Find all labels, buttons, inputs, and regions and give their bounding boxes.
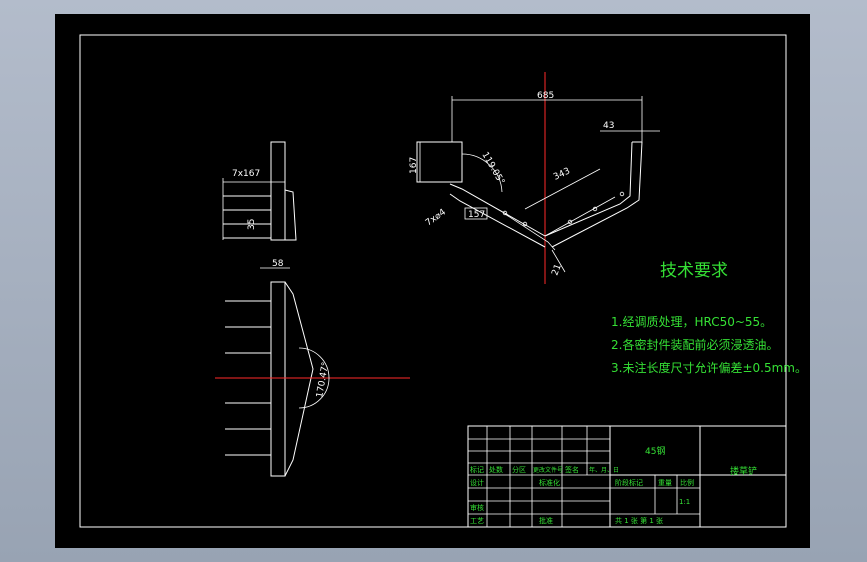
- dim-small-left: 7x⌀4: [424, 207, 448, 228]
- label-count: 处数: [489, 465, 503, 474]
- dim-arm-length: 343: [552, 166, 572, 182]
- part-name: 搂草铲: [730, 465, 757, 477]
- label-stage: 阶段标记: [615, 478, 643, 487]
- left-block: [416, 141, 463, 183]
- left-arm-inner: [449, 193, 546, 248]
- inner-frame: [79, 34, 787, 528]
- sheet-info: 共 1 张 第 1 张: [615, 516, 663, 525]
- dim-left-height: 167: [409, 157, 419, 174]
- dim-small-len: 157: [468, 210, 485, 220]
- label-change-doc: 更改文件号: [533, 466, 563, 474]
- dim-bottom-width: 58: [272, 259, 284, 269]
- right-arm-inner: [551, 141, 643, 248]
- drawing-sheet: 685 43 167 119.05° 343 7x⌀4 157 21 7x167…: [55, 14, 810, 548]
- dim-side-hole: 7x167: [232, 169, 260, 179]
- dim-top-offset: 43: [603, 121, 614, 131]
- label-standard: 标准化: [539, 478, 560, 487]
- label-process: 工艺: [470, 517, 484, 525]
- right-arm-outer: [544, 141, 633, 237]
- requirement-1: 1.经调质处理，HRC50~55。: [611, 315, 772, 329]
- label-design: 设计: [470, 478, 484, 487]
- material: 45钢: [645, 445, 665, 457]
- drawing-canvas: 685 43 167 119.05° 343 7x⌀4 157 21 7x167…: [79, 34, 807, 528]
- label-approve: 批准: [539, 516, 553, 525]
- label-weight: 重量: [658, 479, 672, 487]
- requirements-title: 技术要求: [660, 261, 728, 281]
- front-view: 685 43 167 119.05° 343 7x⌀4 157 21: [409, 72, 660, 284]
- left-arm-outer: [449, 183, 546, 237]
- label-zone: 分区: [512, 465, 526, 474]
- label-sign: 签名: [565, 465, 579, 474]
- dim-angle-top: 119.05°: [479, 151, 506, 187]
- cad-viewport: 685 43 167 119.05° 343 7x⌀4 157 21 7x167…: [0, 0, 867, 562]
- label-review: 审核: [470, 503, 484, 512]
- scale-value: 1:1: [679, 498, 690, 506]
- label-mark: 标记: [470, 465, 484, 474]
- requirement-2: 2.各密封件装配前必须浸透油。: [611, 337, 778, 352]
- dim-tip: 21: [550, 263, 563, 277]
- title-block: 45钢 搂草铲 标记 处数 分区 更改文件号 签名 年、月、日 设计 标准化 阶…: [467, 425, 787, 528]
- dim-overall-width: 685: [537, 91, 554, 101]
- side-view-top: 7x167 35: [222, 141, 297, 241]
- side-view-bottom: 58 170.47°: [215, 259, 410, 477]
- dim-side-width: 35: [247, 219, 257, 230]
- label-scale: 比例: [680, 478, 694, 487]
- label-date: 年、月、日: [589, 466, 619, 474]
- requirement-3: 3.未注长度尺寸允许偏差±0.5mm。: [611, 360, 807, 375]
